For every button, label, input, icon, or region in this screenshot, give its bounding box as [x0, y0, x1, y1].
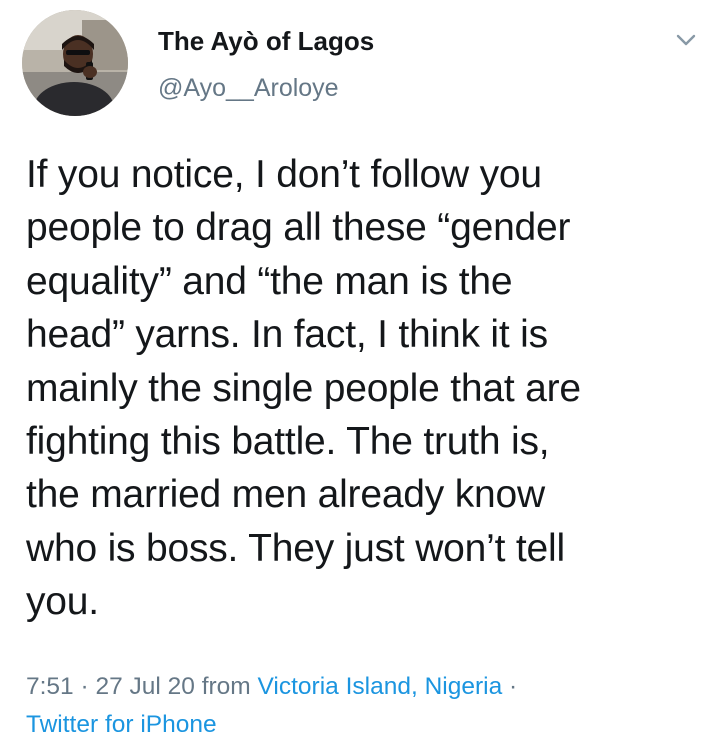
avatar[interactable]	[22, 10, 128, 116]
user-handle[interactable]: @Ayo__Aroloye	[158, 74, 339, 103]
meta-separator: ·	[502, 673, 518, 700]
tweet-card: The Ayò of Lagos @Ayo__Aroloye If you no…	[0, 0, 720, 751]
chevron-down-icon[interactable]	[672, 26, 700, 54]
display-name[interactable]: The Ayò of Lagos	[158, 26, 374, 57]
tweet-text-line: head” yarns. In fact, I think it is	[26, 313, 548, 357]
tweet-text: If you notice, I don’t follow you people…	[26, 148, 706, 629]
tweet-meta: 7:51 · 27 Jul 20 from Victoria Island, N…	[26, 668, 706, 744]
meta-separator: ·	[73, 673, 96, 700]
tweet-text-line: If you notice, I don’t follow you	[26, 153, 542, 196]
tweet-text-line: people to drag all these “gender	[26, 206, 571, 250]
location-link[interactable]: Victoria Island, Nigeria	[258, 673, 503, 700]
tweet-text-line: the married men already know	[26, 473, 545, 517]
tweet-text-line: equality” and “the man is the	[26, 259, 513, 303]
tweet-text-line: who is boss. They just won’t tell	[26, 526, 565, 570]
meta-from-label: from	[194, 673, 258, 700]
tweet-time[interactable]: 7:51	[26, 673, 74, 700]
tweet-text-line: you.	[26, 580, 99, 624]
tweet-text-line: fighting this battle. The truth is,	[26, 420, 550, 464]
client-link[interactable]: Twitter for iPhone	[26, 711, 217, 738]
avatar-image	[22, 10, 128, 116]
tweet-text-line: mainly the single people that are	[26, 366, 581, 410]
tweet-date[interactable]: 27 Jul 20	[95, 673, 194, 700]
